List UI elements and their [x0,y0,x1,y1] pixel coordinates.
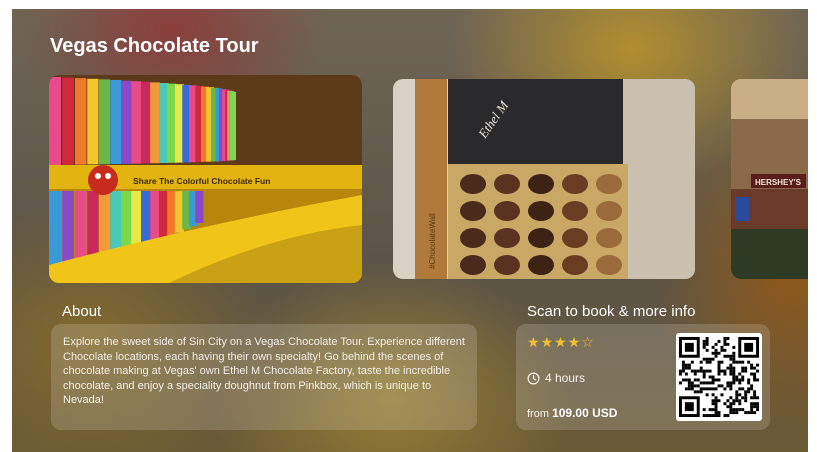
hersheys-sign: HERSHEY'S [755,178,802,187]
duration-row: 4 hours [527,371,585,385]
booking-info-card: ★★★★☆ 4 hours from 109.00 USD [516,324,770,430]
star-filled-icon: ★ [540,334,555,350]
star-empty-icon: ☆ [581,334,595,350]
mm-character-icon [88,165,118,195]
qr-code[interactable] [676,333,762,421]
chocolate-box-image: #ChocolateWall Ethel M [393,79,695,279]
qr-code-icon [678,336,760,418]
clock-icon [527,372,540,384]
candy-wall-sign: Share The Colorful Chocolate Fun [133,176,270,186]
chocolate-wall-text: #ChocolateWall [428,213,437,269]
page-title: Vegas Chocolate Tour [50,35,259,57]
duration-text: 4 hours [545,371,586,385]
about-heading: About [62,303,102,320]
star-filled-icon: ★ [567,334,582,350]
gallery-photo-hersheys[interactable]: HERSHEY'S [731,79,808,279]
gallery-photo-chocolate-box[interactable]: #ChocolateWall Ethel M [393,79,695,279]
scan-heading: Scan to book & more info [527,303,696,320]
hersheys-store-image: HERSHEY'S [731,79,808,279]
price-row: from 109.00 USD [527,406,617,420]
price-amount: 109.00 USD [552,406,618,420]
star-filled-icon: ★ [527,334,541,350]
tour-detail-screen: Vegas Chocolate Tour Share The Colorful … [12,9,808,452]
rating-stars: ★★★★☆ [527,334,595,351]
about-description: Explore the sweet side of Sin City on a … [51,324,477,430]
candy-wall-image: Share The Colorful Chocolate Fun [49,75,362,283]
price-prefix: from [527,408,549,420]
star-filled-icon: ★ [554,334,568,350]
gallery-photo-candy-wall[interactable]: Share The Colorful Chocolate Fun [49,75,362,283]
